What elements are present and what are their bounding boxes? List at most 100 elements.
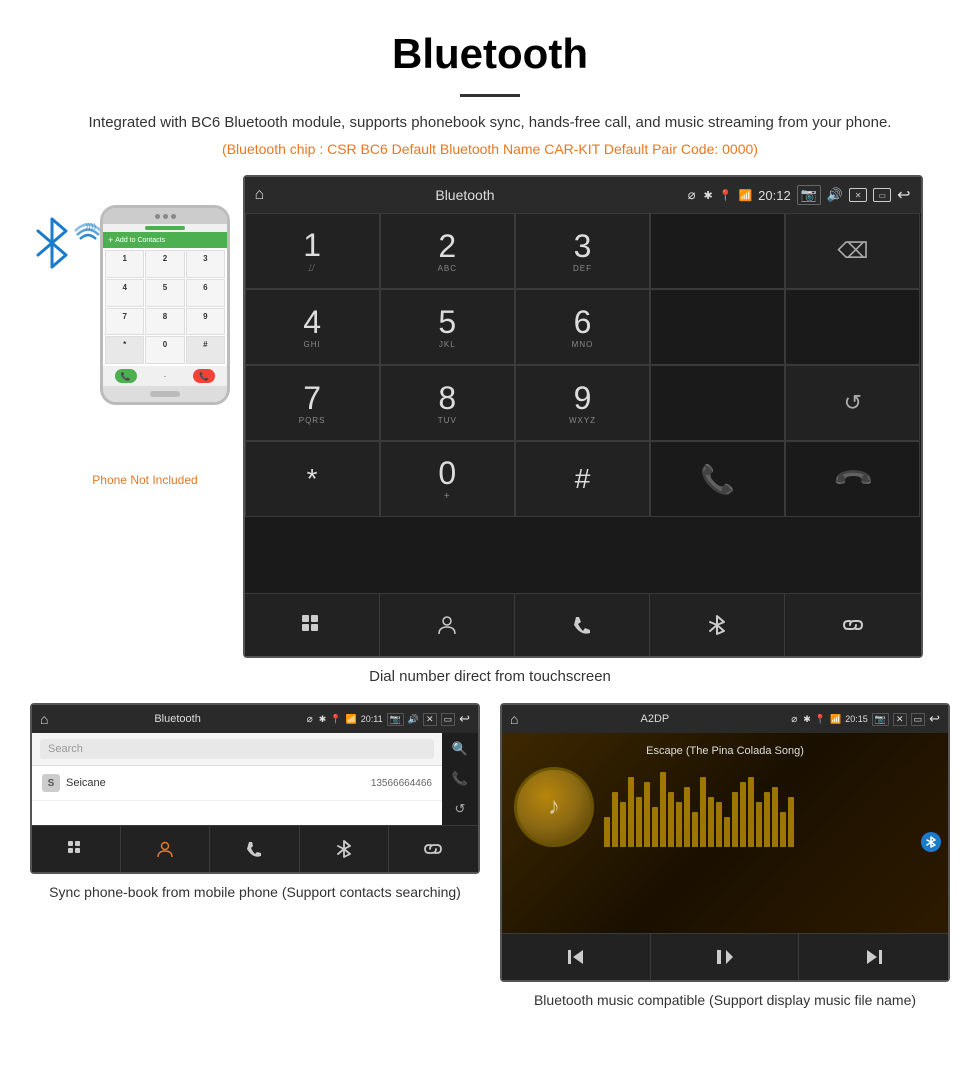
pb-contact-btn[interactable] xyxy=(121,826,210,872)
camera-icon[interactable]: 📷 xyxy=(797,185,821,205)
apps-button[interactable] xyxy=(245,594,380,656)
bluetooth-logo-icon xyxy=(30,215,74,271)
contact-number: 13566664466 xyxy=(371,778,432,789)
phone-call-button[interactable]: 📞 xyxy=(115,369,137,383)
key-9[interactable]: 9 WXYZ xyxy=(515,365,650,441)
key-hash[interactable]: # xyxy=(515,441,650,517)
eq-bar xyxy=(604,817,610,847)
phone-screen: + Add to Contacts 1 2 3 4 5 6 7 8 9 * xyxy=(103,232,227,386)
pb-usb-icon: ⌀ xyxy=(307,714,313,725)
music-usb-icon: ⌀ xyxy=(791,714,797,725)
back-icon[interactable]: ↩ xyxy=(897,185,910,205)
pb-wifi-icon: 📶 xyxy=(346,714,357,725)
phone-end-button[interactable]: 📞 xyxy=(193,369,215,383)
phone-key-8[interactable]: 8 xyxy=(145,308,184,336)
key-6[interactable]: 6 MNO xyxy=(515,289,650,365)
eq-bar xyxy=(748,777,754,847)
pb-content: Search S Seicane 13566664466 🔍 📞 ↺ xyxy=(32,733,478,825)
music-main-area: ♪ xyxy=(514,767,936,847)
phone-key-4[interactable]: 4 xyxy=(105,279,144,307)
pb-search-input[interactable]: Search xyxy=(40,739,434,759)
phone-aside: )))) xyxy=(58,205,233,487)
music-back-icon[interactable]: ↩ xyxy=(929,711,940,727)
key-4[interactable]: 4 GHI xyxy=(245,289,380,365)
contact-button[interactable] xyxy=(380,594,515,656)
key-5[interactable]: 5 JKL xyxy=(380,289,515,365)
feature-description: Integrated with BC6 Bluetooth module, su… xyxy=(80,111,900,135)
phone-key-2[interactable]: 2 xyxy=(145,250,184,278)
green-phone-icon: 📞 xyxy=(700,463,735,496)
music-content-area: Escape (The Pina Colada Song) ♪ xyxy=(502,733,948,933)
phone-key-5[interactable]: 5 xyxy=(145,279,184,307)
contact-name: Seicane xyxy=(66,777,371,789)
phone-key-7[interactable]: 7 xyxy=(105,308,144,336)
backspace-key[interactable]: ⌫ xyxy=(785,213,920,289)
phone-button[interactable] xyxy=(515,594,650,656)
playpause-button[interactable] xyxy=(651,934,800,980)
eq-bar xyxy=(764,792,770,847)
pb-contact-row[interactable]: S Seicane 13566664466 xyxy=(32,766,442,801)
key-8[interactable]: 8 TUV xyxy=(380,365,515,441)
key-3[interactable]: 3 DEF xyxy=(515,213,650,289)
key-0[interactable]: 0 + xyxy=(380,441,515,517)
pb-home-icon[interactable]: ⌂ xyxy=(40,711,48,727)
phone-key-6[interactable]: 6 xyxy=(186,279,225,307)
music-vol-icon: ✕ xyxy=(893,713,907,726)
phone-key-star[interactable]: * xyxy=(105,336,144,364)
pb-back-icon[interactable]: ↩ xyxy=(459,711,470,727)
music-note-icon: ♪ xyxy=(548,793,560,821)
pb-search-icon[interactable]: 🔍 xyxy=(452,741,468,757)
phone-dots xyxy=(155,214,176,219)
phone-key-3[interactable]: 3 xyxy=(186,250,225,278)
eq-bar xyxy=(740,782,746,847)
pb-bt-btn[interactable] xyxy=(300,826,389,872)
key-1[interactable]: 1 ⌰ xyxy=(245,213,380,289)
phonebook-caption: Sync phone-book from mobile phone (Suppo… xyxy=(49,882,461,903)
pb-phone-btn[interactable] xyxy=(210,826,299,872)
key-7[interactable]: 7 PQRS xyxy=(245,365,380,441)
window-icon[interactable]: ▭ xyxy=(873,188,891,202)
phone-key-0[interactable]: 0 xyxy=(145,336,184,364)
bluetooth-button[interactable] xyxy=(650,594,785,656)
pb-apps-icon xyxy=(67,840,85,858)
call-end-key[interactable]: 📞 xyxy=(785,441,920,517)
status-icons: ✱ 📍 📶 20:12 📷 🔊 ✕ ▭ ↩ xyxy=(704,185,911,205)
phone-key-1[interactable]: 1 xyxy=(105,250,144,278)
screen-title: Bluetooth xyxy=(250,187,680,203)
red-phone-icon: 📞 xyxy=(830,457,875,502)
main-section: )))) xyxy=(30,175,950,658)
phone-keypad: 1 2 3 4 5 6 7 8 9 * 0 # xyxy=(103,248,227,366)
prev-button[interactable] xyxy=(502,934,651,980)
phone-key-9[interactable]: 9 xyxy=(186,308,225,336)
empty-cell-3 xyxy=(650,365,785,441)
link-button[interactable] xyxy=(785,594,920,656)
key-2[interactable]: 2 ABC xyxy=(380,213,515,289)
eq-bar xyxy=(780,812,786,847)
close-icon[interactable]: ✕ xyxy=(849,188,867,202)
pb-apps-btn[interactable] xyxy=(32,826,121,872)
refresh-key[interactable]: ↺ xyxy=(785,365,920,441)
volume-icon[interactable]: 🔊 xyxy=(827,187,843,203)
next-icon xyxy=(863,946,885,968)
plus-icon: + xyxy=(108,235,113,245)
eq-bar xyxy=(724,817,730,847)
next-button[interactable] xyxy=(799,934,948,980)
call-accept-key[interactable]: 📞 xyxy=(650,441,785,517)
status-time: 20:12 xyxy=(758,188,791,203)
pb-refresh-icon[interactable]: ↺ xyxy=(455,801,466,817)
pb-link-btn[interactable] xyxy=(389,826,478,872)
pb-link-icon xyxy=(424,840,442,858)
car-statusbar: ⌂ Bluetooth ⌀ ✱ 📍 📶 20:12 📷 🔊 ✕ ▭ ↩ xyxy=(245,177,921,213)
signal-waves-icon xyxy=(74,219,102,252)
music-home-icon[interactable]: ⌂ xyxy=(510,711,518,727)
music-bt-badge xyxy=(921,832,941,852)
pb-phone-sidebar-icon[interactable]: 📞 xyxy=(452,771,468,787)
music-screen: ⌂ A2DP ⌀ ✱ 📍 📶 20:15 📷 ✕ ▭ ↩ Escape (The… xyxy=(500,703,950,982)
eq-bar xyxy=(676,802,682,847)
gps-icon: 📍 xyxy=(719,189,733,202)
music-win-icon: ▭ xyxy=(911,713,926,726)
key-star[interactable]: * xyxy=(245,441,380,517)
phone-key-hash[interactable]: # xyxy=(186,336,225,364)
eq-bar xyxy=(716,802,722,847)
music-statusbar: ⌂ A2DP ⌀ ✱ 📍 📶 20:15 📷 ✕ ▭ ↩ xyxy=(502,705,948,733)
